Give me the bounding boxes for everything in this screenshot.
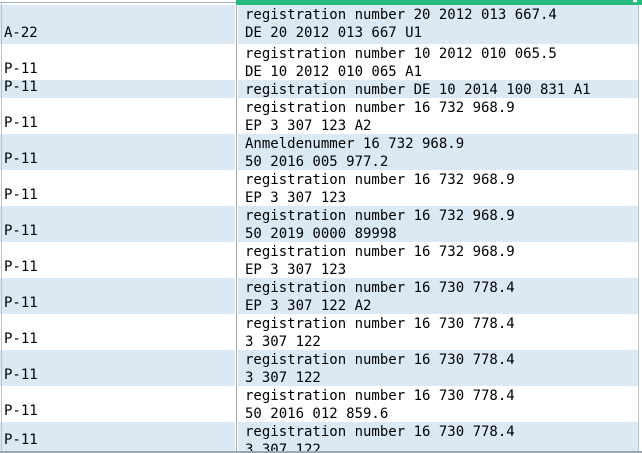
registration-line-1: registration number 10 2012 010 065.5 [245, 45, 638, 63]
row-code: P-11 [4, 60, 238, 78]
registration-cell[interactable]: registration number 16 732 968.9 EP 3 30… [238, 98, 638, 134]
registration-line-2: EP 3 307 123 A2 [245, 117, 638, 134]
registration-cell[interactable]: registration number 16 732 968.9 50 2019… [238, 206, 638, 242]
right-column-gridline [638, 5, 639, 451]
row-code: P-11 [4, 258, 238, 276]
table-row: P-11 Anmeldenummer 16 732 968.9 50 2016 … [0, 134, 638, 170]
registration-line-2: 50 2019 0000 89998 [245, 225, 638, 242]
table-row: P-11 registration number DE 10 2014 100 … [0, 80, 638, 98]
table-row: P-11 registration number 16 730 778.4 3 … [0, 350, 638, 386]
registration-line-1: registration number 16 732 968.9 [245, 243, 638, 261]
registration-line-1: Anmeldenummer 16 732 968.9 [245, 135, 638, 153]
row-code: P-11 [4, 431, 238, 449]
row-code: P-11 [4, 80, 238, 96]
row-code-cell[interactable]: P-11 [0, 314, 238, 350]
table-row: P-11 registration number 16 732 968.9 EP… [0, 242, 638, 278]
row-code-cell[interactable]: P-11 [0, 206, 238, 242]
registration-cell[interactable]: registration number 16 730 778.4 50 2016… [238, 386, 638, 422]
registration-line-1: registration number 16 730 778.4 [245, 387, 638, 405]
registration-line-2: 3 307 122 [245, 333, 638, 350]
row-code-cell[interactable]: P-11 [0, 386, 238, 422]
table-row: P-11 registration number 16 730 778.4 3 … [0, 422, 638, 451]
row-code: P-11 [4, 294, 238, 312]
selection-top-border [236, 0, 642, 5]
table-row: P-11 registration number 16 732 968.9 50… [0, 206, 638, 242]
registration-line-2: DE 10 2012 010 065 A1 [245, 63, 638, 80]
registration-line-1: registration number 16 732 968.9 [245, 171, 638, 189]
registration-line-1: registration number 16 732 968.9 [245, 99, 638, 117]
table-row: P-11 registration number 16 730 778.4 3 … [0, 314, 638, 350]
row-code-cell[interactable]: P-11 [0, 134, 238, 170]
registration-cell[interactable]: registration number 16 730 778.4 3 307 1… [238, 422, 638, 451]
table-row: P-11 registration number 16 730 778.4 50… [0, 386, 638, 422]
registration-line-2: 3 307 122 [245, 441, 638, 451]
top-gridline [0, 2, 237, 3]
row-code-cell[interactable]: P-11 [0, 44, 238, 80]
registration-cell[interactable]: registration number 16 732 968.9 EP 3 30… [238, 242, 638, 278]
spreadsheet-view: A-22 registration number 20 2012 013 667… [0, 0, 642, 453]
registration-cell[interactable]: registration number 10 2012 010 065.5 DE… [238, 44, 638, 80]
registration-line-2: EP 3 307 123 [245, 261, 638, 278]
row-code-cell[interactable]: P-11 [0, 422, 238, 451]
selection-border-notch [633, 0, 637, 2]
registration-line-2: 50 2016 005 977.2 [245, 153, 638, 170]
registration-line-1: registration number 16 730 778.4 [245, 315, 638, 333]
registration-cell[interactable]: Anmeldenummer 16 732 968.9 50 2016 005 9… [238, 134, 638, 170]
table-row: P-11 registration number 16 730 778.4 EP… [0, 278, 638, 314]
row-code-cell[interactable]: P-11 [0, 80, 238, 98]
row-code-cell[interactable]: A-22 [0, 5, 238, 44]
registration-cell[interactable]: registration number 16 732 968.9 EP 3 30… [238, 170, 638, 206]
row-code: P-11 [4, 222, 238, 240]
row-code: P-11 [4, 186, 238, 204]
registration-line-2: 3 307 122 [245, 369, 638, 386]
row-code: P-11 [4, 114, 238, 132]
registration-line-1: registration number 16 730 778.4 [245, 351, 638, 369]
registration-line-2: DE 20 2012 013 667 U1 [245, 24, 638, 42]
registration-line-1: registration number 16 730 778.4 [245, 423, 638, 441]
row-code-cell[interactable]: P-11 [0, 170, 238, 206]
row-code: A-22 [4, 24, 238, 42]
table-row: P-11 registration number 16 732 968.9 EP… [0, 170, 638, 206]
registration-cell[interactable]: registration number 16 730 778.4 EP 3 30… [238, 278, 638, 314]
row-code-cell[interactable]: P-11 [0, 98, 238, 134]
registration-line-1: registration number DE 10 2014 100 831 A… [245, 81, 638, 98]
registration-line-1: registration number 20 2012 013 667.4 [245, 6, 638, 24]
registration-line-1: registration number 16 732 968.9 [245, 207, 638, 225]
registration-cell[interactable]: registration number 20 2012 013 667.4 DE… [238, 5, 638, 44]
table-body: A-22 registration number 20 2012 013 667… [0, 5, 638, 451]
registration-line-2: EP 3 307 122 A2 [245, 297, 638, 314]
table-row: A-22 registration number 20 2012 013 667… [0, 5, 638, 44]
table-row: P-11 registration number 10 2012 010 065… [0, 44, 638, 80]
row-code-cell[interactable]: P-11 [0, 278, 238, 314]
registration-cell[interactable]: registration number 16 730 778.4 3 307 1… [238, 314, 638, 350]
row-code: P-11 [4, 366, 238, 384]
row-code: P-11 [4, 402, 238, 420]
table-row: P-11 registration number 16 732 968.9 EP… [0, 98, 638, 134]
row-code: P-11 [4, 150, 238, 168]
row-code-cell[interactable]: P-11 [0, 350, 238, 386]
row-code: P-11 [4, 330, 238, 348]
registration-line-2: EP 3 307 123 [245, 189, 638, 206]
registration-line-2: 50 2016 012 859.6 [245, 405, 638, 422]
registration-cell[interactable]: registration number DE 10 2014 100 831 A… [238, 80, 638, 98]
row-code-cell[interactable]: P-11 [0, 242, 238, 278]
registration-line-1: registration number 16 730 778.4 [245, 279, 638, 297]
registration-cell[interactable]: registration number 16 730 778.4 3 307 1… [238, 350, 638, 386]
